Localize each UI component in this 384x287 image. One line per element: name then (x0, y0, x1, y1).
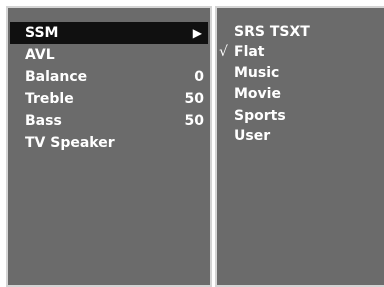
submenu-item-user[interactable]: User (217, 126, 377, 146)
submenu-item-label: Sports (234, 108, 286, 124)
menu-item-label: AVL (25, 47, 55, 63)
submenu-item-music[interactable]: Music (217, 63, 377, 83)
menu-item-tv-speaker[interactable]: TV Speaker (10, 132, 208, 154)
submenu-item-movie[interactable]: Movie (217, 84, 377, 104)
submenu-item-srs-tsxt[interactable]: SRS TSXT (217, 22, 377, 42)
menu-item-avl[interactable]: AVL (10, 44, 208, 66)
menu-item-label: SSM (25, 25, 59, 41)
submenu-item-label: SRS TSXT (234, 24, 310, 40)
submenu-item-label: User (234, 128, 271, 144)
menu-item-label: Treble (25, 91, 74, 107)
menu-item-label: Bass (25, 113, 62, 129)
menu-item-balance[interactable]: Balance 0 (10, 66, 208, 88)
check-mark-icon: √ (219, 44, 228, 60)
submenu-item-label: Movie (234, 86, 281, 102)
arrow-right-icon: ▶ (192, 26, 202, 40)
menu-item-value: 0 (194, 69, 204, 85)
menu-item-ssm[interactable]: SSM ▶ (10, 22, 208, 44)
ssm-submenu-panel: SRS TSXT √ Flat Music Movie Sports User (215, 6, 384, 287)
menu-item-value: 50 (184, 113, 204, 129)
sound-menu-panel: SSM ▶ AVL Balance 0 Treble 50 Bass 50 TV… (6, 6, 212, 287)
menu-item-value: 50 (184, 91, 204, 107)
submenu-item-label: Flat (234, 44, 265, 60)
submenu-item-sports[interactable]: Sports (217, 106, 377, 126)
menu-item-label: Balance (25, 69, 88, 85)
menu-item-label: TV Speaker (25, 135, 115, 151)
menu-item-treble[interactable]: Treble 50 (10, 88, 208, 110)
submenu-item-flat[interactable]: √ Flat (217, 42, 377, 62)
menu-item-bass[interactable]: Bass 50 (10, 110, 208, 132)
submenu-item-label: Music (234, 65, 280, 81)
